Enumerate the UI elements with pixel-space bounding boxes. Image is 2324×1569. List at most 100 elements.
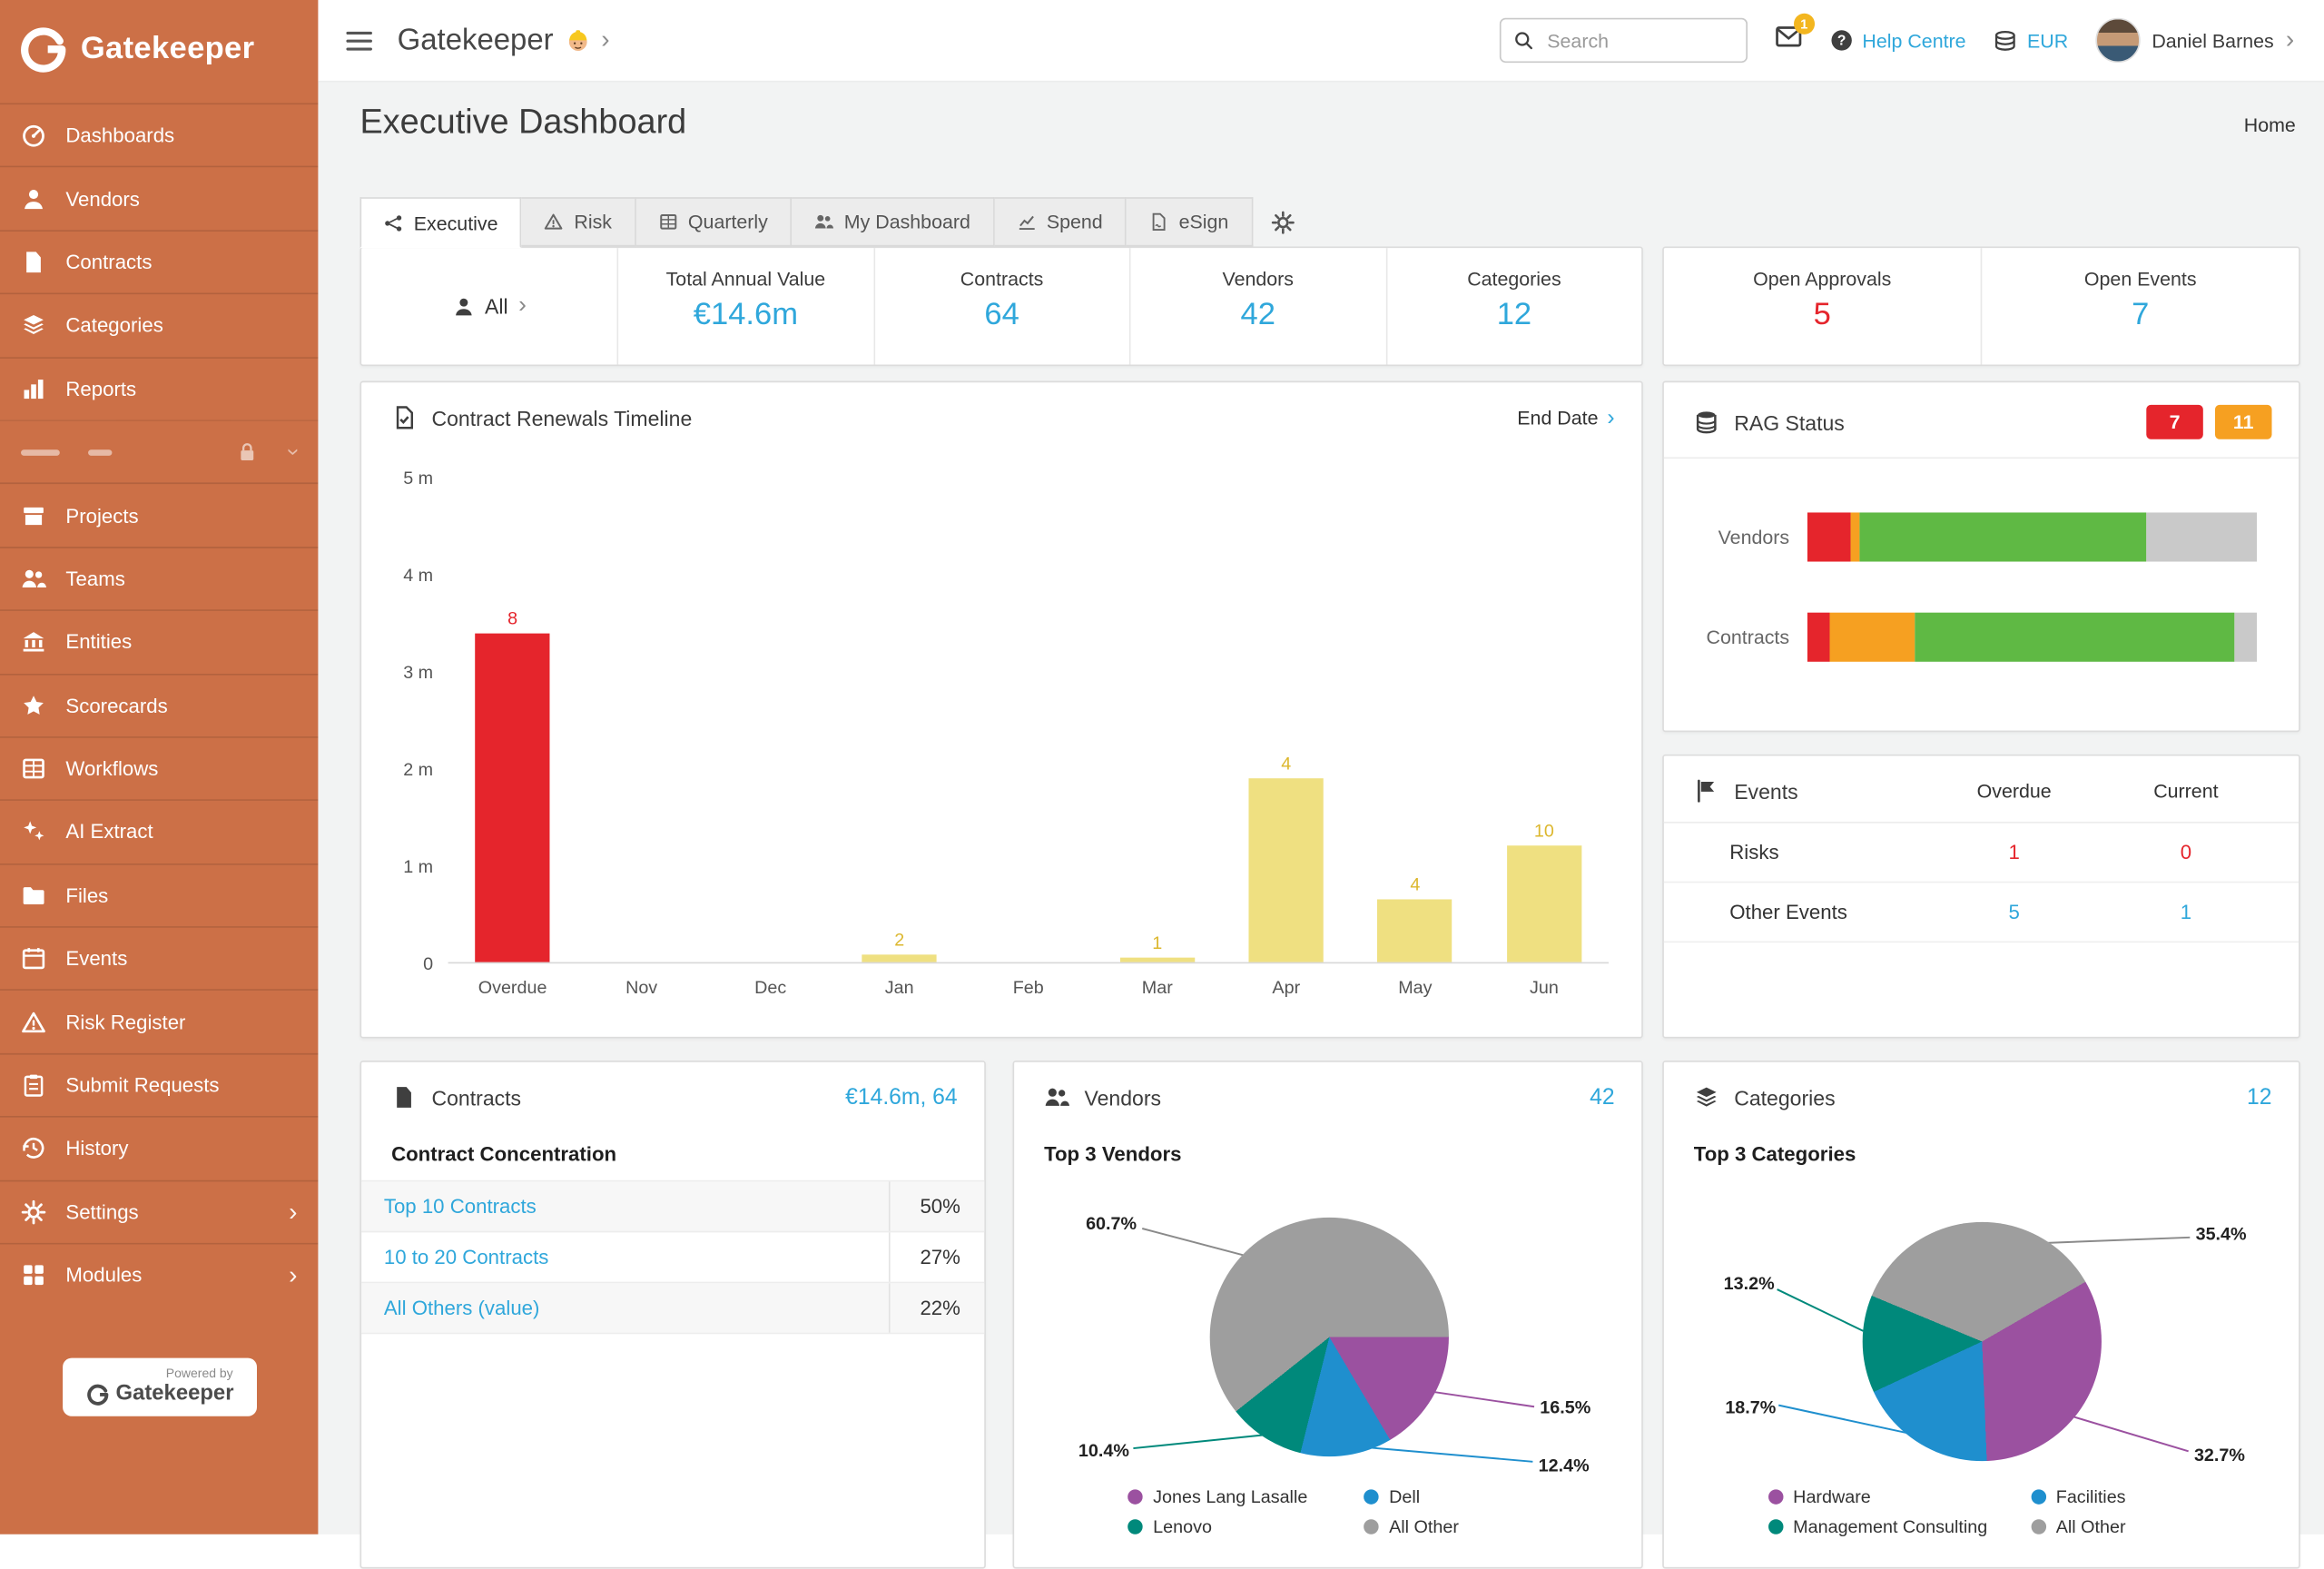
rag-segment-grey[interactable]	[2147, 512, 2257, 561]
dashboard-settings-button[interactable]	[1253, 197, 1295, 246]
hamburger-menu-icon[interactable]	[345, 26, 373, 54]
sidebar-item-risk-register[interactable]: Risk Register	[0, 990, 318, 1053]
stat-value[interactable]: 5	[1664, 297, 1981, 332]
bar-may[interactable]	[1378, 899, 1452, 962]
rag-segment-red[interactable]	[1807, 613, 1830, 662]
help-centre-link[interactable]: Help Centre	[1829, 28, 1965, 52]
sidebar-item-label: Modules	[65, 1264, 142, 1287]
sidebar-item-reports[interactable]: Reports	[0, 357, 318, 420]
bar-mar[interactable]	[1120, 957, 1195, 962]
sidebar-item-teams[interactable]: Teams	[0, 547, 318, 610]
stat-value[interactable]: €14.6m	[618, 297, 873, 332]
powered-by-text: Powered by	[78, 1366, 233, 1380]
kpi-strip: All › Total Annual Value €14.6m Contract…	[360, 246, 1643, 366]
pie[interactable]	[1210, 1218, 1449, 1456]
rag-amber-badge[interactable]: 11	[2215, 405, 2272, 439]
stat-total-annual-value: Total Annual Value €14.6m	[617, 248, 873, 364]
rag-segment-red[interactable]	[1807, 512, 1850, 561]
legend-item[interactable]: All Other	[1364, 1516, 1528, 1537]
end-date-control[interactable]: End Date ›	[1517, 405, 1614, 430]
sidebar-item-contracts[interactable]: Contracts	[0, 230, 318, 293]
currency-selector[interactable]: EUR	[1993, 27, 2068, 53]
sidebar-item-settings[interactable]: Settings ›	[0, 1179, 318, 1243]
tab-esign[interactable]: eSign	[1127, 197, 1253, 246]
user-menu[interactable]: Daniel Barnes ›	[2095, 18, 2294, 63]
legend-item[interactable]: Hardware	[1768, 1486, 2015, 1507]
stat-label: Open Approvals	[1664, 268, 1981, 291]
sidebar-item-workflows[interactable]: Workflows	[0, 736, 318, 800]
rag-contracts-bar[interactable]	[1807, 613, 2257, 662]
tab-quarterly[interactable]: Quarterly	[635, 197, 792, 246]
legend-item[interactable]: Facilities	[2031, 1486, 2195, 1507]
bar-jun[interactable]	[1507, 846, 1581, 962]
legend-item[interactable]: All Other	[2031, 1516, 2195, 1537]
legend-item[interactable]: Jones Lang Lasalle	[1128, 1486, 1349, 1507]
legend-item[interactable]: Dell	[1364, 1486, 1528, 1507]
rag-segment-green[interactable]	[1859, 512, 2147, 561]
sidebar-item-label: Settings	[65, 1201, 138, 1224]
sidebar-item-scorecards[interactable]: Scorecards	[0, 673, 318, 736]
sidebar-item-projects[interactable]: Projects	[0, 483, 318, 547]
rag-segment-amber[interactable]	[1850, 512, 1859, 561]
legend-item[interactable]: Lenovo	[1128, 1516, 1349, 1537]
tab-my-dashboard[interactable]: My Dashboard	[792, 197, 994, 246]
sidebar-item-categories[interactable]: Categories	[0, 293, 318, 357]
10-to-20-contracts-link[interactable]: 10 to 20 Contracts	[361, 1246, 889, 1268]
sidebar-item-label: Files	[65, 884, 108, 907]
powered-by-badge[interactable]: Powered by Gatekeeper	[63, 1358, 257, 1416]
sidebar-item-submit-requests[interactable]: Submit Requests	[0, 1053, 318, 1117]
risks-current-count[interactable]: 0	[2100, 841, 2271, 863]
all-others-link[interactable]: All Others (value)	[361, 1297, 889, 1319]
sidebar-item-ai-extract[interactable]: AI Extract	[0, 800, 318, 863]
home-link[interactable]: Home	[2244, 113, 2296, 136]
top-10-contracts-link[interactable]: Top 10 Contracts	[361, 1195, 889, 1218]
stat-value[interactable]: 42	[1130, 297, 1385, 332]
gatekeeper-logo[interactable]: Gatekeeper	[0, 0, 318, 94]
legend-label: All Other	[2056, 1516, 2126, 1537]
rag-red-badge[interactable]: 7	[2146, 405, 2203, 439]
stat-value[interactable]: 64	[874, 297, 1129, 332]
search-box	[1500, 18, 1748, 63]
scope-filter[interactable]: All ›	[361, 248, 616, 364]
sidebar-item-files[interactable]: Files	[0, 863, 318, 926]
tab-executive[interactable]: Executive	[360, 197, 522, 248]
tab-spend[interactable]: Spend	[994, 197, 1127, 246]
sidebar-item-dashboards[interactable]: Dashboards	[0, 104, 318, 167]
risks-overdue-count[interactable]: 1	[1928, 841, 2100, 863]
breadcrumb[interactable]: Gatekeeper ›	[398, 24, 610, 58]
cell-value: 22%	[889, 1283, 984, 1332]
sidebar-item-locked: ›	[0, 419, 318, 483]
stat-value[interactable]: 12	[1387, 297, 1642, 332]
sidebar-item-label: Events	[65, 948, 127, 971]
legend-dot	[2031, 1489, 2045, 1504]
other-events-current-count[interactable]: 1	[2100, 901, 2271, 923]
legend-item[interactable]: Management Consulting	[1768, 1516, 2015, 1537]
messages-button[interactable]: 1	[1774, 23, 1802, 58]
end-date-label: End Date	[1517, 407, 1598, 429]
rag-row-label: Contracts	[1682, 626, 1789, 648]
rag-segment-grey[interactable]	[2234, 613, 2257, 662]
stat-value[interactable]: 7	[1982, 297, 2299, 332]
sidebar-item-entities[interactable]: Entities	[0, 609, 318, 673]
rag-vendors-bar[interactable]	[1807, 512, 2257, 561]
pie[interactable]	[1863, 1222, 2102, 1461]
sidebar-item-events[interactable]: Events	[0, 926, 318, 990]
vendors-pie-chart: 60.7% 16.5% 12.4% 10.4% Jones Lang Lasal…	[1014, 1062, 1641, 1567]
bar-overdue[interactable]	[475, 633, 549, 962]
document-check-icon	[391, 405, 417, 430]
contracts-summary-link[interactable]: €14.6m, 64	[845, 1084, 958, 1110]
bar-apr[interactable]	[1249, 778, 1324, 962]
sidebar-item-vendors[interactable]: Vendors	[0, 166, 318, 230]
rag-segment-green[interactable]	[1915, 613, 2235, 662]
tab-risk[interactable]: Risk	[522, 197, 636, 246]
sidebar-item-modules[interactable]: Modules ›	[0, 1243, 318, 1307]
sidebar-item-history[interactable]: History	[0, 1116, 318, 1179]
search-input[interactable]	[1544, 27, 1734, 53]
bar-jan[interactable]	[862, 954, 937, 962]
cell-value: 50%	[889, 1181, 984, 1230]
stat-label: Categories	[1387, 268, 1642, 291]
rag-segment-amber[interactable]	[1830, 613, 1915, 662]
y-axis: 5 m 4 m 3 m 2 m 1 m 0	[382, 478, 448, 963]
x-tick: Feb	[964, 977, 1093, 998]
other-events-overdue-count[interactable]: 5	[1928, 901, 2100, 923]
